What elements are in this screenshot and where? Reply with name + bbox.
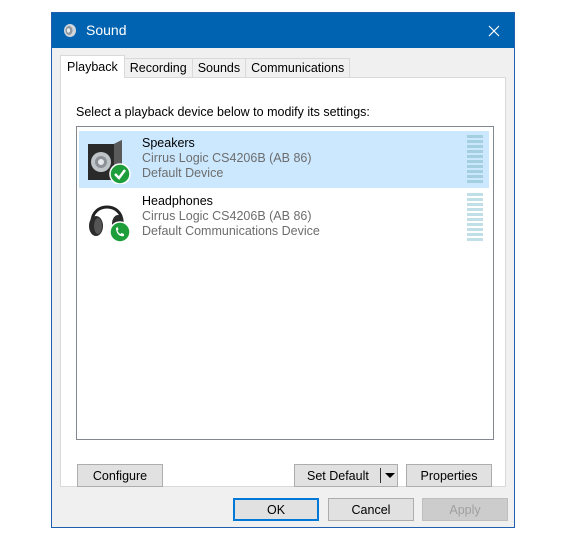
instruction-text: Select a playback device below to modify… <box>76 105 370 119</box>
device-status: Default Communications Device <box>142 224 320 238</box>
device-driver: Cirrus Logic CS4206B (AB 86) <box>142 151 312 165</box>
tab-sounds[interactable]: Sounds <box>191 58 247 78</box>
headphones-icon <box>89 205 131 242</box>
set-default-label: Set Default <box>307 468 369 483</box>
phone-badge-icon <box>109 221 131 242</box>
window-title: Sound <box>86 22 127 38</box>
device-status: Default Device <box>142 166 224 180</box>
speaker-icon <box>64 24 76 37</box>
title-bar[interactable]: Sound <box>52 13 514 48</box>
close-button[interactable] <box>474 13 514 48</box>
checkmark-badge-icon <box>109 163 131 184</box>
configure-button[interactable]: Configure <box>77 464 163 487</box>
tab-strip: Playback Recording Sounds Communications <box>60 55 351 78</box>
device-driver: Cirrus Logic CS4206B (AB 86) <box>142 209 312 223</box>
ok-button[interactable]: OK <box>233 498 319 521</box>
properties-button[interactable]: Properties <box>406 464 492 487</box>
close-icon <box>488 25 500 36</box>
tab-playback[interactable]: Playback <box>60 55 125 78</box>
playback-panel: Select a playback device below to modify… <box>60 77 506 487</box>
device-list[interactable]: Speakers Cirrus Logic CS4206B (AB 86) De… <box>76 126 494 440</box>
volume-level-meter <box>467 193 483 241</box>
volume-level-meter <box>467 135 483 183</box>
sound-dialog: Sound Playback Recording Sounds Communic… <box>51 12 515 528</box>
set-default-split-button[interactable]: Set Default <box>294 464 398 487</box>
tab-communications[interactable]: Communications <box>245 58 351 78</box>
tab-recording[interactable]: Recording <box>123 58 193 78</box>
chevron-down-icon[interactable] <box>385 473 395 478</box>
device-name: Headphones <box>142 194 213 208</box>
speaker-icon <box>88 140 131 184</box>
device-name: Speakers <box>142 136 195 150</box>
device-speakers[interactable]: Speakers Cirrus Logic CS4206B (AB 86) De… <box>79 131 489 188</box>
device-headphones[interactable]: Headphones Cirrus Logic CS4206B (AB 86) … <box>79 189 489 246</box>
cancel-button[interactable]: Cancel <box>328 498 414 521</box>
split-divider <box>380 468 381 483</box>
apply-button[interactable]: Apply <box>422 498 508 521</box>
